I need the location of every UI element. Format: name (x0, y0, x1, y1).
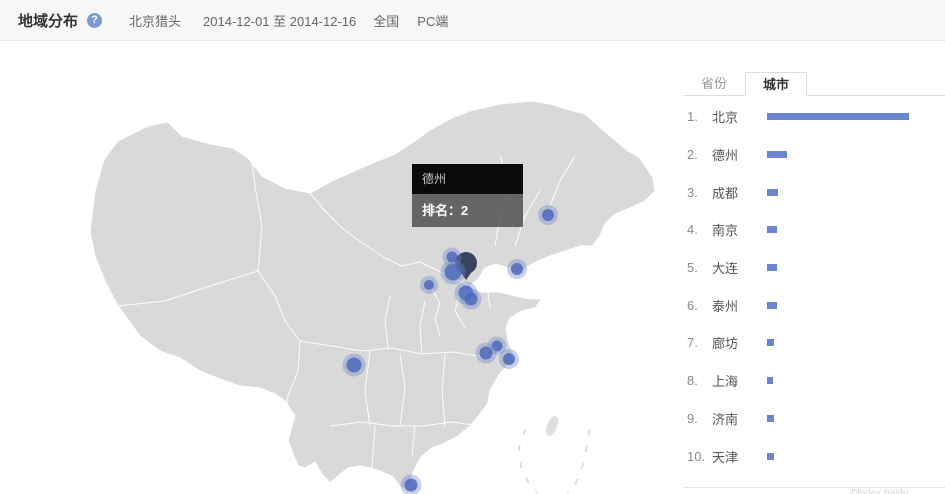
rank-bar (767, 415, 774, 422)
rank-row-8[interactable]: 8. 上海 (683, 362, 945, 400)
china-map-svg (70, 96, 670, 494)
rank-number: 3. (687, 185, 712, 200)
city-name: 上海 (712, 371, 767, 390)
city-marker[interactable] (511, 263, 523, 275)
rank-number: 10. (687, 449, 712, 464)
city-name: 济南 (712, 409, 767, 428)
tab-bar: 省份 城市 (683, 72, 945, 96)
rank-bar (767, 453, 774, 460)
city-marker[interactable] (447, 252, 458, 263)
rank-row-2[interactable]: 2. 德州 (683, 136, 945, 174)
watermark: ©index.baidu (850, 488, 909, 494)
platform-label: PC端 (417, 11, 448, 30)
rank-number: 4. (687, 222, 712, 237)
city-marker[interactable] (542, 209, 554, 221)
ranking-panel: 省份 城市 1. 北京 2. 德州 3. 成都 4. 南京 (683, 0, 945, 494)
city-name: 南京 (712, 220, 767, 239)
city-marker[interactable] (347, 358, 362, 373)
rank-number: 6. (687, 298, 712, 313)
rank-bar (767, 302, 777, 309)
rank-number: 5. (687, 260, 712, 275)
rank-row-5[interactable]: 5. 大连 (683, 249, 945, 287)
rank-bar (767, 113, 909, 120)
rank-row-9[interactable]: 9. 济南 (683, 400, 945, 438)
rank-bar (767, 377, 773, 384)
region-label: 全国 (373, 11, 399, 30)
city-marker[interactable] (405, 479, 418, 492)
tooltip-city: 德州 (412, 164, 523, 194)
rank-number: 7. (687, 335, 712, 350)
city-name: 大连 (712, 258, 767, 277)
keyword-label: 北京猎头 (129, 11, 181, 30)
tooltip-rank: 排名：2 (412, 194, 523, 227)
city-name: 成都 (712, 183, 767, 202)
rank-number: 8. (687, 373, 712, 388)
rank-row-1[interactable]: 1. 北京 (683, 98, 945, 136)
city-name: 天津 (712, 447, 767, 466)
rank-bar (767, 189, 778, 196)
city-name: 德州 (712, 145, 767, 164)
page-title: 地域分布 (18, 10, 78, 31)
city-name: 廊坊 (712, 333, 767, 352)
china-map[interactable]: 搜索指数：高 低 (0, 41, 680, 494)
tab-city[interactable]: 城市 (745, 72, 807, 96)
city-marker[interactable] (503, 353, 515, 365)
city-marker[interactable] (465, 293, 478, 306)
rank-row-4[interactable]: 4. 南京 (683, 211, 945, 249)
china-outline (90, 101, 655, 492)
city-name: 北京 (712, 107, 767, 126)
rank-row-3[interactable]: 3. 成都 (683, 173, 945, 211)
rank-bar (767, 226, 777, 233)
city-marker[interactable] (480, 347, 493, 360)
rank-bar (767, 151, 787, 158)
rank-row-7[interactable]: 7. 廊坊 (683, 324, 945, 362)
taiwan-island (543, 414, 561, 439)
city-name: 泰州 (712, 296, 767, 315)
region-distribution-widget: 地域分布 ? 北京猎头 2014-12-01 至 2014-12-16 全国 P… (0, 0, 945, 494)
nine-dash-line (519, 426, 590, 494)
rank-row-6[interactable]: 6. 泰州 (683, 286, 945, 324)
map-tooltip: 德州 排名：2 (412, 164, 523, 227)
tab-province[interactable]: 省份 (683, 72, 745, 95)
rank-bar (767, 264, 777, 271)
city-ranking-list: 1. 北京 2. 德州 3. 成都 4. 南京 5. 大连 (683, 98, 945, 475)
rank-number: 2. (687, 147, 712, 162)
rank-number: 9. (687, 411, 712, 426)
help-icon[interactable]: ? (87, 13, 102, 28)
rank-number: 1. (687, 109, 712, 124)
rank-bar (767, 339, 774, 346)
date-range-label: 2014-12-01 至 2014-12-16 (203, 11, 356, 30)
rank-row-10[interactable]: 10. 天津 (683, 437, 945, 475)
city-marker[interactable] (424, 280, 434, 290)
